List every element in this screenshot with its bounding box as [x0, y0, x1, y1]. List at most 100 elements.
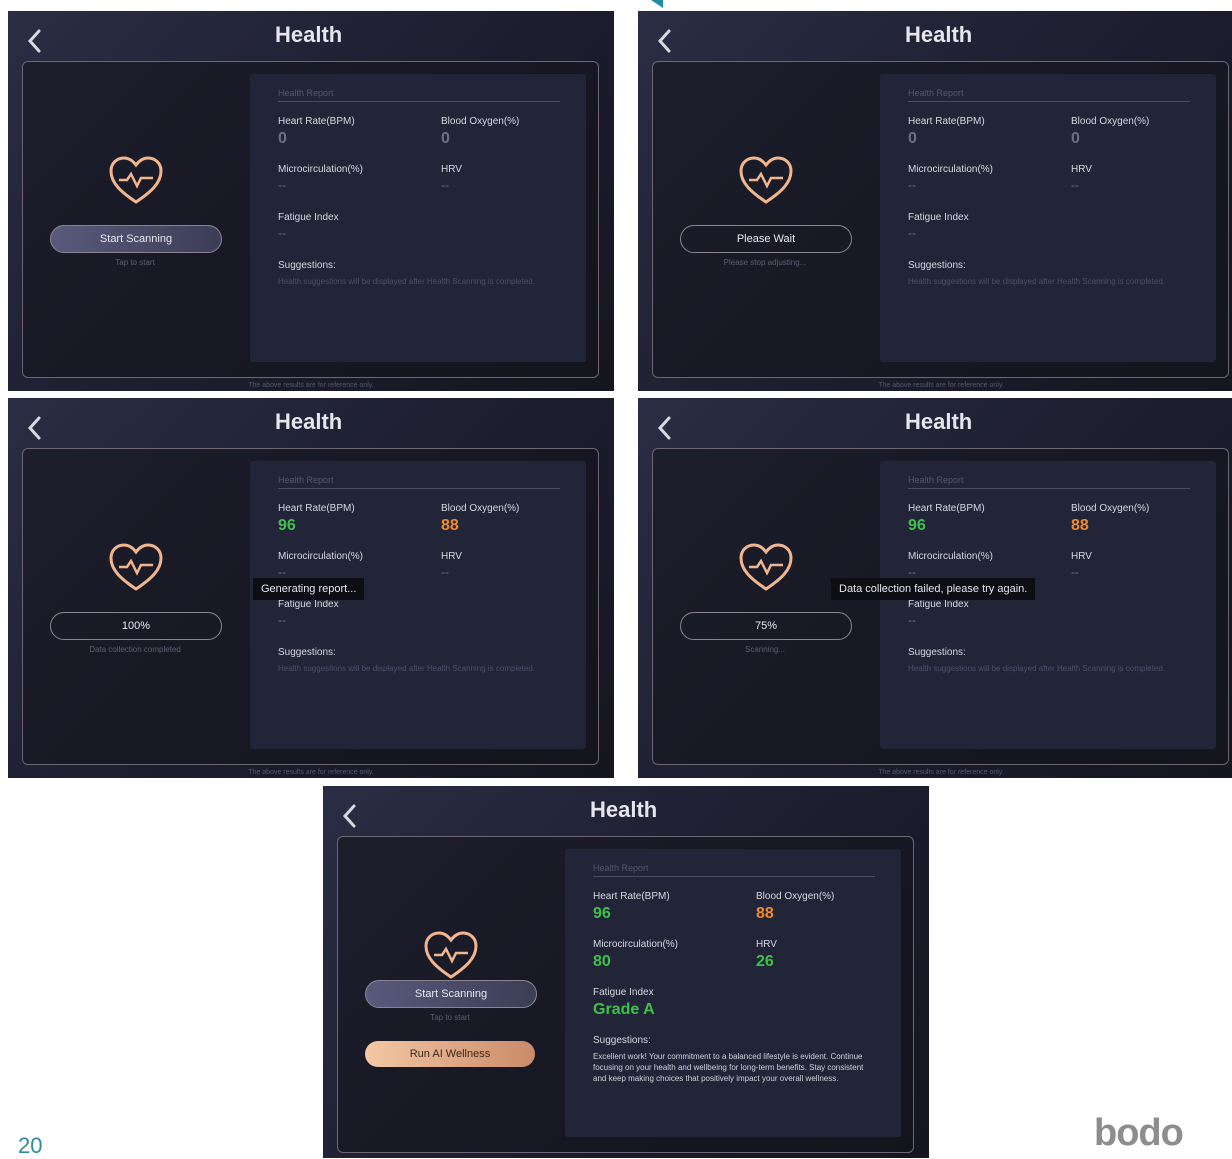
hrv-label: HRV — [441, 551, 462, 562]
heart-rate-label: Heart Rate(BPM) — [278, 116, 355, 127]
page-title: Health — [275, 22, 343, 47]
back-button[interactable] — [652, 414, 676, 442]
suggestions-text: Health suggestions will be displayed aft… — [278, 277, 536, 286]
blood-oxygen-value: 0 — [441, 130, 450, 147]
suggestions-text: Excellent work! Your commitment to a bal… — [593, 1052, 864, 1083]
hrv-value: 26 — [756, 953, 774, 970]
heart-rate-label: Heart Rate(BPM) — [278, 503, 355, 514]
heart-rate-value: 96 — [908, 517, 926, 534]
micro-value: -- — [908, 178, 916, 192]
micro-label: Microcirculation(%) — [908, 164, 994, 175]
report-divider — [908, 488, 1190, 489]
hrv-value: -- — [441, 178, 449, 192]
fatigue-label: Fatigue Index — [908, 599, 969, 610]
hrv-value: -- — [441, 565, 449, 579]
screen-initial: Health Start Scanning Tap to start Healt… — [8, 11, 614, 391]
heart-pulse-icon — [109, 156, 163, 204]
report-title: Health Report — [278, 475, 334, 485]
blood-oxygen-value: 0 — [1071, 130, 1080, 147]
fatigue-value: -- — [278, 226, 286, 240]
blood-oxygen-label: Blood Oxygen(%) — [441, 116, 520, 127]
heart-rate-value: 96 — [593, 905, 611, 922]
report-divider — [278, 488, 560, 489]
fatigue-label: Fatigue Index — [908, 212, 969, 223]
suggestions-label: Suggestions: — [908, 647, 966, 658]
blood-oxygen-label: Blood Oxygen(%) — [1071, 116, 1150, 127]
health-report-panel: Health Report Heart Rate(BPM) 0 Blood Ox… — [250, 74, 586, 362]
page-number: 20 — [18, 1133, 43, 1158]
heart-rate-label: Heart Rate(BPM) — [593, 891, 670, 902]
micro-label: Microcirculation(%) — [278, 551, 364, 562]
hrv-value: -- — [1071, 565, 1079, 579]
health-report-panel: Health Report Heart Rate(BPM) 96 Blood O… — [565, 849, 901, 1137]
start-scanning-button[interactable]: Start Scanning — [50, 225, 222, 253]
scan-panel: Please Wait Please stop adjusting... — [653, 62, 878, 377]
suggestions-label: Suggestions: — [278, 647, 336, 658]
report-divider — [593, 876, 875, 877]
health-report-panel: Health Report Heart Rate(BPM) 96 Blood O… — [880, 461, 1216, 749]
screen-results: Health Start Scanning Tap to start Run A… — [323, 786, 929, 1158]
fatigue-label: Fatigue Index — [278, 599, 339, 610]
blood-oxygen-label: Blood Oxygen(%) — [1071, 503, 1150, 514]
back-button[interactable] — [22, 414, 46, 442]
suggestions-text: Health suggestions will be displayed aft… — [908, 664, 1166, 673]
heart-pulse-icon — [109, 543, 163, 591]
suggestions-text: Health suggestions will be displayed aft… — [278, 664, 536, 673]
hrv-label: HRV — [756, 939, 777, 950]
please-wait-button[interactable]: Please Wait — [680, 225, 852, 253]
blood-oxygen-value: 88 — [756, 905, 774, 922]
content-frame: Start Scanning Tap to start Run AI Welln… — [337, 836, 914, 1153]
scan-panel: 75% Scanning... — [653, 449, 878, 764]
start-scanning-button[interactable]: Start Scanning — [365, 980, 537, 1008]
chevron-left-icon — [342, 804, 356, 828]
suggestions-label: Suggestions: — [593, 1035, 651, 1046]
chevron-left-icon — [27, 29, 41, 53]
hrv-label: HRV — [1071, 551, 1092, 562]
disclaimer: The above results are for reference only… — [878, 382, 1004, 389]
report-title: Health Report — [908, 475, 964, 485]
scan-hint: Tap to start — [430, 1013, 470, 1022]
heart-pulse-icon — [424, 931, 478, 979]
scan-hint: Data collection completed — [89, 645, 181, 654]
screen-please-wait: Health Please Wait Please stop adjusting… — [638, 11, 1232, 391]
screen-collection-failed: Health 75% Scanning... Health Report Hea… — [638, 398, 1232, 778]
health-report-panel: Health Report Heart Rate(BPM) 0 Blood Ox… — [880, 74, 1216, 362]
blood-oxygen-value: 88 — [441, 517, 459, 534]
scan-panel: Start Scanning Tap to start Run AI Welln… — [338, 837, 563, 1152]
back-button[interactable] — [22, 27, 46, 55]
blood-oxygen-label: Blood Oxygen(%) — [756, 891, 835, 902]
disclaimer: The above results are for reference only… — [248, 382, 374, 389]
report-divider — [278, 101, 560, 102]
hrv-label: HRV — [441, 164, 462, 175]
back-button[interactable] — [652, 27, 676, 55]
progress-button: 100% — [50, 612, 222, 640]
heart-pulse-icon — [739, 156, 793, 204]
scan-hint: Tap to start — [115, 258, 155, 267]
blood-oxygen-label: Blood Oxygen(%) — [441, 503, 520, 514]
micro-value: -- — [278, 178, 286, 192]
report-divider — [908, 101, 1190, 102]
disclaimer: The above results are for reference only… — [248, 769, 374, 776]
heart-rate-value: 96 — [278, 517, 296, 534]
heart-rate-label: Heart Rate(BPM) — [908, 503, 985, 514]
fatigue-label: Fatigue Index — [278, 212, 339, 223]
hrv-value: -- — [1071, 178, 1079, 192]
micro-label: Microcirculation(%) — [278, 164, 364, 175]
scan-panel: Start Scanning Tap to start — [23, 62, 248, 377]
fatigue-value: Grade A — [593, 1001, 655, 1018]
chevron-left-icon — [657, 29, 671, 53]
suggestions-label: Suggestions: — [908, 260, 966, 271]
heart-rate-value: 0 — [908, 130, 917, 147]
chevron-left-icon — [657, 416, 671, 440]
run-ai-wellness-button[interactable]: Run AI Wellness — [365, 1041, 535, 1067]
scan-hint: Scanning... — [744, 645, 786, 654]
hrv-label: HRV — [1071, 164, 1092, 175]
back-button[interactable] — [337, 802, 361, 830]
content-frame: Start Scanning Tap to start Health Repor… — [22, 61, 599, 378]
progress-button: 75% — [680, 612, 852, 640]
content-frame: 100% Data collection completed Health Re… — [22, 448, 599, 765]
page-title: Health — [905, 409, 973, 434]
toast-message: Data collection failed, please try again… — [831, 578, 1036, 600]
fatigue-value: -- — [908, 613, 916, 627]
page-title: Health — [590, 797, 658, 822]
